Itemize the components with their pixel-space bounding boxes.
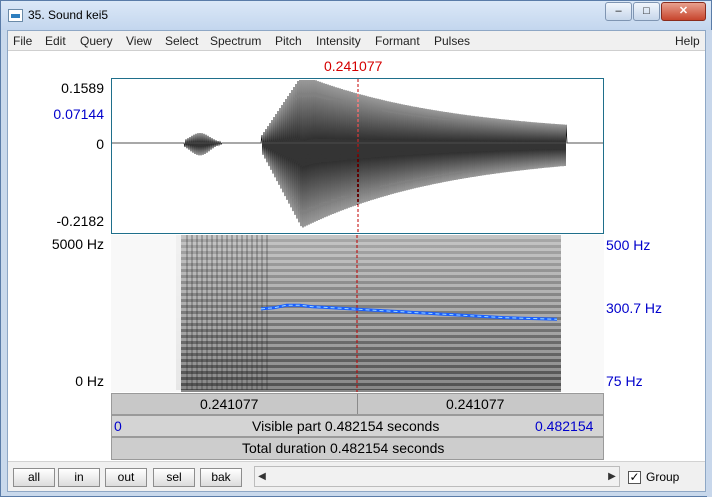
scroll-right-icon[interactable]: ▶: [605, 467, 619, 486]
visible-end-time: 0.482154: [535, 418, 594, 434]
zoom-all-button[interactable]: all: [13, 468, 55, 487]
menu-formant[interactable]: Formant: [375, 34, 420, 48]
menu-pitch[interactable]: Pitch: [275, 34, 302, 48]
menu-intensity[interactable]: Intensity: [316, 34, 361, 48]
cursor-time-label: 0.241077: [324, 58, 383, 74]
time-scrollbar[interactable]: ◀ ▶: [254, 466, 620, 487]
menu-pulses[interactable]: Pulses: [434, 34, 470, 48]
scroll-left-icon[interactable]: ◀: [255, 467, 269, 486]
zoom-back-button[interactable]: bak: [200, 468, 242, 487]
menu-view[interactable]: View: [126, 34, 152, 48]
editor-client-area: File Edit Query View Select Spectrum Pit…: [7, 30, 706, 492]
pitch-bottom-label: 75 Hz: [606, 373, 643, 389]
total-duration-label: Total duration 0.482154 seconds: [242, 440, 445, 456]
spectrogram-plot: [111, 235, 604, 392]
minimize-button[interactable]: –: [605, 2, 632, 21]
menu-help[interactable]: Help: [675, 34, 700, 48]
cursor-time-bar[interactable]: 0.241077 0.241077: [111, 393, 604, 415]
sound-editor-window: 35. Sound kei5 – □ ✕ File Edit Query Vie…: [0, 0, 712, 497]
menu-file[interactable]: File: [13, 34, 32, 48]
visible-part-bar[interactable]: 0 Visible part 0.482154 seconds 0.482154: [111, 415, 604, 437]
visible-start-time: 0: [114, 418, 122, 434]
spectrogram-panel[interactable]: [111, 235, 604, 392]
zoom-selection-button[interactable]: sel: [153, 468, 195, 487]
waveform-max-label: 0.1589: [61, 80, 104, 96]
menu-query[interactable]: Query: [80, 34, 113, 48]
window-right-border: [707, 30, 712, 497]
waveform-min-label: -0.2182: [56, 213, 104, 229]
menu-select[interactable]: Select: [165, 34, 198, 48]
cursor-right-time: 0.241077: [446, 396, 505, 412]
group-checkbox[interactable]: ✓: [628, 471, 641, 484]
group-label: Group: [646, 470, 680, 484]
waveform-plot: [112, 79, 603, 233]
cursor-left-time: 0.241077: [200, 396, 259, 412]
spectrogram-max-freq-label: 5000 Hz: [51, 236, 104, 252]
pitch-current-label: 300.7 Hz: [606, 300, 663, 316]
zoom-in-button[interactable]: in: [58, 468, 100, 487]
total-duration-bar[interactable]: Total duration 0.482154 seconds: [111, 437, 604, 460]
waveform-panel[interactable]: [111, 78, 604, 234]
visible-part-label: Visible part 0.482154 seconds: [252, 418, 440, 434]
menu-spectrum[interactable]: Spectrum: [210, 34, 261, 48]
waveform-zero-label: 0: [96, 136, 104, 152]
close-button[interactable]: ✕: [661, 2, 706, 21]
window-title: 35. Sound kei5: [28, 8, 109, 22]
spectrogram-min-freq-label: 0 Hz: [75, 373, 104, 389]
pitch-top-label: 500 Hz: [606, 237, 651, 253]
zoom-out-button[interactable]: out: [105, 468, 147, 487]
menu-bar: File Edit Query View Select Spectrum Pit…: [8, 31, 705, 51]
title-bar: 35. Sound kei5 – □ ✕: [1, 1, 711, 30]
menu-edit[interactable]: Edit: [45, 34, 66, 48]
maximize-button[interactable]: □: [633, 2, 660, 21]
waveform-cursor-value-label: 0.07144: [53, 106, 104, 122]
window-icon: [8, 9, 23, 22]
